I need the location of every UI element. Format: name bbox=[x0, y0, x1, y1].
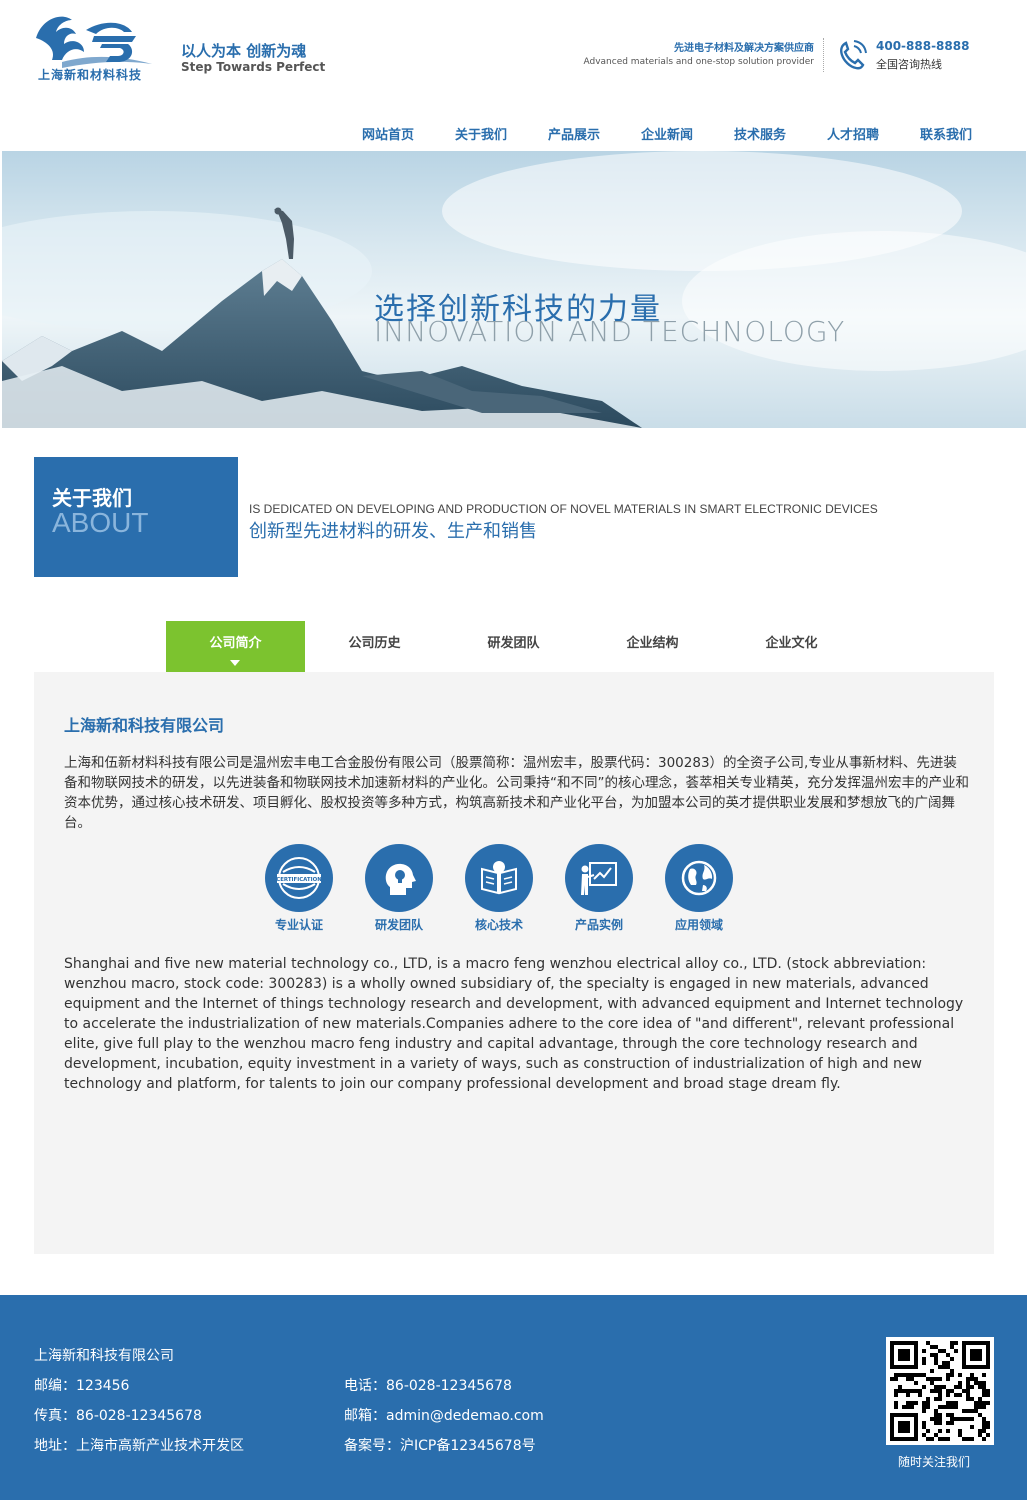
about-subtitle-en: IS DEDICATED ON DEVELOPING AND PRODUCTIO… bbox=[249, 502, 878, 516]
tab-label: 企业文化 bbox=[765, 636, 818, 651]
active-caret-icon bbox=[230, 660, 240, 666]
presentation-icon bbox=[565, 844, 633, 912]
qr-code-icon bbox=[886, 1337, 994, 1445]
hero-banner: 选择创新科技的力量 INNOVATION AND TECHNOLOGY bbox=[2, 151, 1026, 428]
nav-item-tech-service[interactable]: 技术服务 bbox=[734, 124, 786, 143]
tab-label: 公司历史 bbox=[348, 636, 401, 651]
banner-title-en: INNOVATION AND TECHNOLOGY bbox=[374, 315, 846, 348]
certification-icon: CERTIFICATION bbox=[265, 844, 333, 912]
tab-label: 企业结构 bbox=[626, 636, 679, 651]
core-tech-icon bbox=[465, 844, 533, 912]
idea-head-icon bbox=[365, 844, 433, 912]
feature-label: 产品实例 bbox=[574, 918, 623, 932]
footer-phone: 电话：86-028-12345678 bbox=[344, 1378, 512, 1394]
qr-caption: 随时关注我们 bbox=[898, 1455, 971, 1469]
slogan-cn: 以人为本 创新为魂 bbox=[181, 42, 307, 60]
slogan-en: Step Towards Perfect bbox=[181, 60, 326, 74]
tagline-en: Advanced materials and one-stop solution… bbox=[583, 57, 814, 67]
footer-address: 地址：上海市高新产业技术开发区 bbox=[34, 1438, 244, 1454]
feature-certification[interactable]: CERTIFICATION 专业认证 bbox=[259, 844, 339, 933]
globe-icon bbox=[665, 844, 733, 912]
hotline-label: 全国咨询热线 bbox=[876, 58, 942, 71]
about-heading-en: ABOUT bbox=[52, 507, 149, 538]
certification-badge-text: CERTIFICATION bbox=[276, 877, 322, 883]
nav-item-news[interactable]: 企业新闻 bbox=[641, 124, 693, 143]
main-nav: 网站首页 关于我们 产品展示 企业新闻 技术服务 人才招聘 联系我们 bbox=[0, 124, 1027, 144]
nav-item-contact[interactable]: 联系我们 bbox=[920, 124, 972, 143]
feature-label: 专业认证 bbox=[274, 918, 323, 932]
nav-item-home[interactable]: 网站首页 bbox=[362, 124, 414, 143]
tab-structure[interactable]: 企业结构 bbox=[583, 621, 722, 672]
tab-label: 公司简介 bbox=[209, 636, 262, 651]
footer-icp[interactable]: 备案号：沪ICP备12345678号 bbox=[344, 1435, 536, 1455]
header-divider bbox=[823, 38, 824, 72]
footer-postcode: 邮编：123456 bbox=[34, 1378, 130, 1394]
intro-text-cn: 上海和伍新材料科技有限公司是温州宏丰电工合金股份有限公司（股票简称：温州宏丰，股… bbox=[64, 755, 969, 831]
phone-icon bbox=[840, 40, 867, 70]
tab-culture[interactable]: 企业文化 bbox=[722, 621, 861, 672]
tab-rd-team[interactable]: 研发团队 bbox=[444, 621, 583, 672]
content-panel: 上海新和科技有限公司 上海和伍新材料科技有限公司是温州宏丰电工合金股份有限公司（… bbox=[34, 672, 994, 1254]
footer-fax: 传真：86-028-12345678 bbox=[34, 1408, 202, 1424]
logo-name: 上海新和材料科技 bbox=[38, 68, 143, 82]
company-title: 上海新和科技有限公司 bbox=[64, 716, 225, 735]
nav-item-products[interactable]: 产品展示 bbox=[548, 124, 600, 143]
tab-company-profile[interactable]: 公司简介 bbox=[166, 621, 305, 672]
nav-item-about[interactable]: 关于我们 bbox=[455, 124, 507, 143]
nav-item-careers[interactable]: 人才招聘 bbox=[827, 124, 879, 143]
feature-label: 核心技术 bbox=[474, 918, 523, 932]
feature-core-tech[interactable]: 核心技术 bbox=[459, 844, 539, 933]
feature-applications[interactable]: 应用领域 bbox=[659, 844, 739, 933]
about-subtitle-cn: 创新型先进材料的研发、生产和销售 bbox=[249, 521, 537, 542]
footer-email[interactable]: 邮箱：admin@dedemao.com bbox=[344, 1405, 544, 1425]
feature-label: 研发团队 bbox=[374, 918, 423, 932]
hotline-number[interactable]: 400-888-8888 bbox=[876, 39, 969, 53]
site-footer: 上海新和科技有限公司 邮编：123456 传真：86-028-12345678 … bbox=[0, 1295, 1027, 1500]
footer-company: 上海新和科技有限公司 bbox=[34, 1348, 174, 1364]
about-heading-box: 关于我们 ABOUT bbox=[34, 457, 238, 577]
site-header: 上海新和材料科技 以人为本 创新为魂 Step Towards Perfect … bbox=[0, 0, 1027, 150]
feature-product-cases[interactable]: 产品实例 bbox=[559, 844, 639, 933]
tab-company-history[interactable]: 公司历史 bbox=[305, 621, 444, 672]
feature-label: 应用领域 bbox=[674, 918, 723, 932]
tagline-cn: 先进电子材料及解决方案供应商 bbox=[674, 43, 814, 54]
feature-rd-team[interactable]: 研发团队 bbox=[359, 844, 439, 933]
tab-label: 研发团队 bbox=[487, 636, 540, 651]
feature-icons-row: CERTIFICATION 专业认证 研发团队 核心技术 产品实例 应用领域 bbox=[34, 844, 994, 934]
intro-text-en: Shanghai and five new material technolog… bbox=[64, 956, 964, 1092]
